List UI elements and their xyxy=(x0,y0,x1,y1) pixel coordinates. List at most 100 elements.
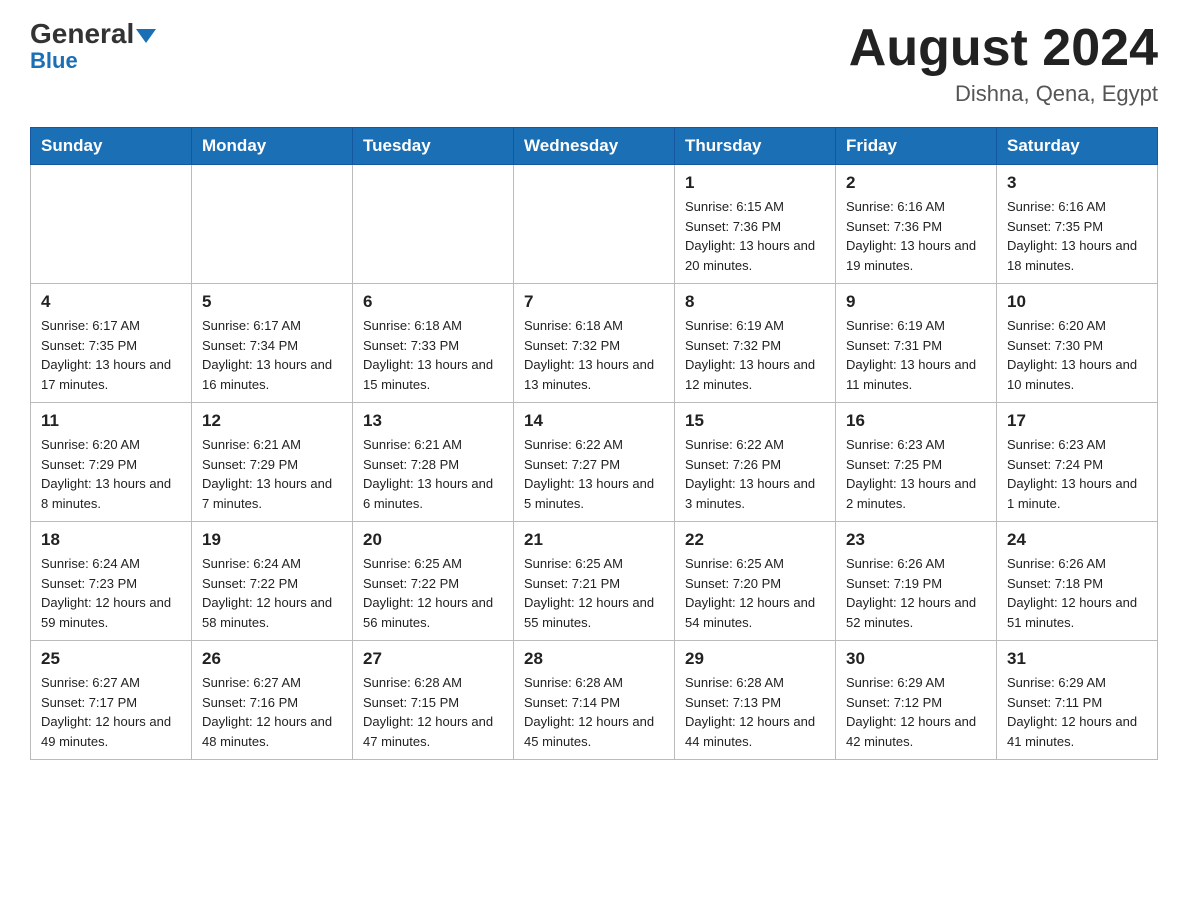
day-info: Sunrise: 6:21 AMSunset: 7:28 PMDaylight:… xyxy=(363,435,503,513)
calendar-week-row: 1Sunrise: 6:15 AMSunset: 7:36 PMDaylight… xyxy=(31,165,1158,284)
calendar-week-row: 18 Sunrise: 6:24 AMSunset: 7:23 PMDayligh… xyxy=(31,522,1158,641)
day-number: 15 xyxy=(685,411,825,431)
title-block: August 2024 Dishna, Qena, Egypt xyxy=(849,20,1158,107)
day-number: 23 xyxy=(846,530,986,550)
day-number: 10 xyxy=(1007,292,1147,312)
col-thursday: Thursday xyxy=(675,128,836,165)
day-number: 9 xyxy=(846,292,986,312)
table-row: 18 Sunrise: 6:24 AMSunset: 7:23 PMDayligh… xyxy=(31,522,192,641)
day-info: Sunrise: 6:28 AMSunset: 7:15 PMDaylight:… xyxy=(363,673,503,751)
day-info: Sunrise: 6:27 AMSunset: 7:16 PMDaylight:… xyxy=(202,673,342,751)
day-info: Sunrise: 6:19 AMSunset: 7:31 PMDaylight:… xyxy=(846,316,986,394)
day-number: 5 xyxy=(202,292,342,312)
day-number: 21 xyxy=(524,530,664,550)
day-number: 31 xyxy=(1007,649,1147,669)
subtitle: Dishna, Qena, Egypt xyxy=(849,81,1158,107)
day-info: Sunrise: 6:23 AMSunset: 7:25 PMDaylight:… xyxy=(846,435,986,513)
day-info: Sunrise: 6:29 AMSunset: 7:11 PMDaylight:… xyxy=(1007,673,1147,751)
calendar-week-row: 25 Sunrise: 6:27 AMSunset: 7:17 PMDayligh… xyxy=(31,641,1158,760)
day-info: Sunrise: 6:29 AMSunset: 7:12 PMDaylight:… xyxy=(846,673,986,751)
col-tuesday: Tuesday xyxy=(353,128,514,165)
table-row: 27 Sunrise: 6:28 AMSunset: 7:15 PMDayligh… xyxy=(353,641,514,760)
calendar-week-row: 11Sunrise: 6:20 AMSunset: 7:29 PMDayligh… xyxy=(31,403,1158,522)
table-row: 6 Sunrise: 6:18 AMSunset: 7:33 PMDaylight… xyxy=(353,284,514,403)
day-info: Sunrise: 6:16 AMSunset: 7:36 PMDaylight:… xyxy=(846,197,986,275)
calendar-header-row: Sunday Monday Tuesday Wednesday Thursday… xyxy=(31,128,1158,165)
table-row xyxy=(514,165,675,284)
day-number: 18 xyxy=(41,530,181,550)
day-info: Sunrise: 6:22 AMSunset: 7:26 PMDaylight:… xyxy=(685,435,825,513)
day-info: Sunrise: 6:25 AMSunset: 7:20 PMDaylight:… xyxy=(685,554,825,632)
table-row: 15 Sunrise: 6:22 AMSunset: 7:26 PMDayligh… xyxy=(675,403,836,522)
day-number: 4 xyxy=(41,292,181,312)
page-header: General Blue August 2024 Dishna, Qena, E… xyxy=(30,20,1158,107)
day-info: Sunrise: 6:20 AMSunset: 7:30 PMDaylight:… xyxy=(1007,316,1147,394)
day-number: 17 xyxy=(1007,411,1147,431)
table-row: 31 Sunrise: 6:29 AMSunset: 7:11 PMDayligh… xyxy=(997,641,1158,760)
table-row xyxy=(353,165,514,284)
day-number: 20 xyxy=(363,530,503,550)
table-row: 13 Sunrise: 6:21 AMSunset: 7:28 PMDayligh… xyxy=(353,403,514,522)
table-row: 21 Sunrise: 6:25 AMSunset: 7:21 PMDayligh… xyxy=(514,522,675,641)
table-row: 24Sunrise: 6:26 AMSunset: 7:18 PMDayligh… xyxy=(997,522,1158,641)
table-row: 2 Sunrise: 6:16 AMSunset: 7:36 PMDaylight… xyxy=(836,165,997,284)
day-number: 8 xyxy=(685,292,825,312)
calendar-table: Sunday Monday Tuesday Wednesday Thursday… xyxy=(30,127,1158,760)
day-info: Sunrise: 6:27 AMSunset: 7:17 PMDaylight:… xyxy=(41,673,181,751)
table-row xyxy=(31,165,192,284)
table-row: 26Sunrise: 6:27 AMSunset: 7:16 PMDayligh… xyxy=(192,641,353,760)
table-row: 5 Sunrise: 6:17 AMSunset: 7:34 PMDaylight… xyxy=(192,284,353,403)
day-info: Sunrise: 6:24 AMSunset: 7:23 PMDaylight:… xyxy=(41,554,181,632)
day-number: 13 xyxy=(363,411,503,431)
day-number: 6 xyxy=(363,292,503,312)
day-info: Sunrise: 6:26 AMSunset: 7:19 PMDaylight:… xyxy=(846,554,986,632)
table-row: 7 Sunrise: 6:18 AMSunset: 7:32 PMDaylight… xyxy=(514,284,675,403)
table-row: 30Sunrise: 6:29 AMSunset: 7:12 PMDayligh… xyxy=(836,641,997,760)
table-row: 28 Sunrise: 6:28 AMSunset: 7:14 PMDayligh… xyxy=(514,641,675,760)
col-friday: Friday xyxy=(836,128,997,165)
table-row: 10 Sunrise: 6:20 AMSunset: 7:30 PMDayligh… xyxy=(997,284,1158,403)
day-number: 27 xyxy=(363,649,503,669)
col-monday: Monday xyxy=(192,128,353,165)
day-number: 28 xyxy=(524,649,664,669)
logo-triangle-icon xyxy=(136,29,156,43)
main-title: August 2024 xyxy=(849,20,1158,77)
col-saturday: Saturday xyxy=(997,128,1158,165)
day-info: Sunrise: 6:20 AMSunset: 7:29 PMDaylight:… xyxy=(41,435,181,513)
table-row: 1Sunrise: 6:15 AMSunset: 7:36 PMDaylight… xyxy=(675,165,836,284)
day-info: Sunrise: 6:28 AMSunset: 7:13 PMDaylight:… xyxy=(685,673,825,751)
day-number: 14 xyxy=(524,411,664,431)
day-info: Sunrise: 6:25 AMSunset: 7:21 PMDaylight:… xyxy=(524,554,664,632)
table-row: 25 Sunrise: 6:27 AMSunset: 7:17 PMDayligh… xyxy=(31,641,192,760)
logo: General Blue xyxy=(30,20,156,74)
day-number: 16 xyxy=(846,411,986,431)
day-number: 2 xyxy=(846,173,986,193)
table-row: 9 Sunrise: 6:19 AMSunset: 7:31 PMDaylight… xyxy=(836,284,997,403)
day-info: Sunrise: 6:17 AMSunset: 7:34 PMDaylight:… xyxy=(202,316,342,394)
day-number: 25 xyxy=(41,649,181,669)
day-info: Sunrise: 6:16 AMSunset: 7:35 PMDaylight:… xyxy=(1007,197,1147,275)
day-number: 7 xyxy=(524,292,664,312)
day-number: 19 xyxy=(202,530,342,550)
day-info: Sunrise: 6:18 AMSunset: 7:33 PMDaylight:… xyxy=(363,316,503,394)
day-number: 29 xyxy=(685,649,825,669)
table-row: 20Sunrise: 6:25 AMSunset: 7:22 PMDayligh… xyxy=(353,522,514,641)
col-sunday: Sunday xyxy=(31,128,192,165)
calendar-week-row: 4Sunrise: 6:17 AMSunset: 7:35 PMDaylight… xyxy=(31,284,1158,403)
day-info: Sunrise: 6:26 AMSunset: 7:18 PMDaylight:… xyxy=(1007,554,1147,632)
day-info: Sunrise: 6:23 AMSunset: 7:24 PMDaylight:… xyxy=(1007,435,1147,513)
day-info: Sunrise: 6:19 AMSunset: 7:32 PMDaylight:… xyxy=(685,316,825,394)
day-info: Sunrise: 6:15 AMSunset: 7:36 PMDaylight:… xyxy=(685,197,825,275)
day-info: Sunrise: 6:22 AMSunset: 7:27 PMDaylight:… xyxy=(524,435,664,513)
table-row: 14 Sunrise: 6:22 AMSunset: 7:27 PMDayligh… xyxy=(514,403,675,522)
day-number: 12 xyxy=(202,411,342,431)
day-number: 22 xyxy=(685,530,825,550)
col-wednesday: Wednesday xyxy=(514,128,675,165)
logo-general: General xyxy=(30,20,156,48)
day-info: Sunrise: 6:24 AMSunset: 7:22 PMDaylight:… xyxy=(202,554,342,632)
table-row: 11Sunrise: 6:20 AMSunset: 7:29 PMDayligh… xyxy=(31,403,192,522)
day-info: Sunrise: 6:28 AMSunset: 7:14 PMDaylight:… xyxy=(524,673,664,751)
day-info: Sunrise: 6:18 AMSunset: 7:32 PMDaylight:… xyxy=(524,316,664,394)
table-row: 19 Sunrise: 6:24 AMSunset: 7:22 PMDayligh… xyxy=(192,522,353,641)
day-info: Sunrise: 6:21 AMSunset: 7:29 PMDaylight:… xyxy=(202,435,342,513)
